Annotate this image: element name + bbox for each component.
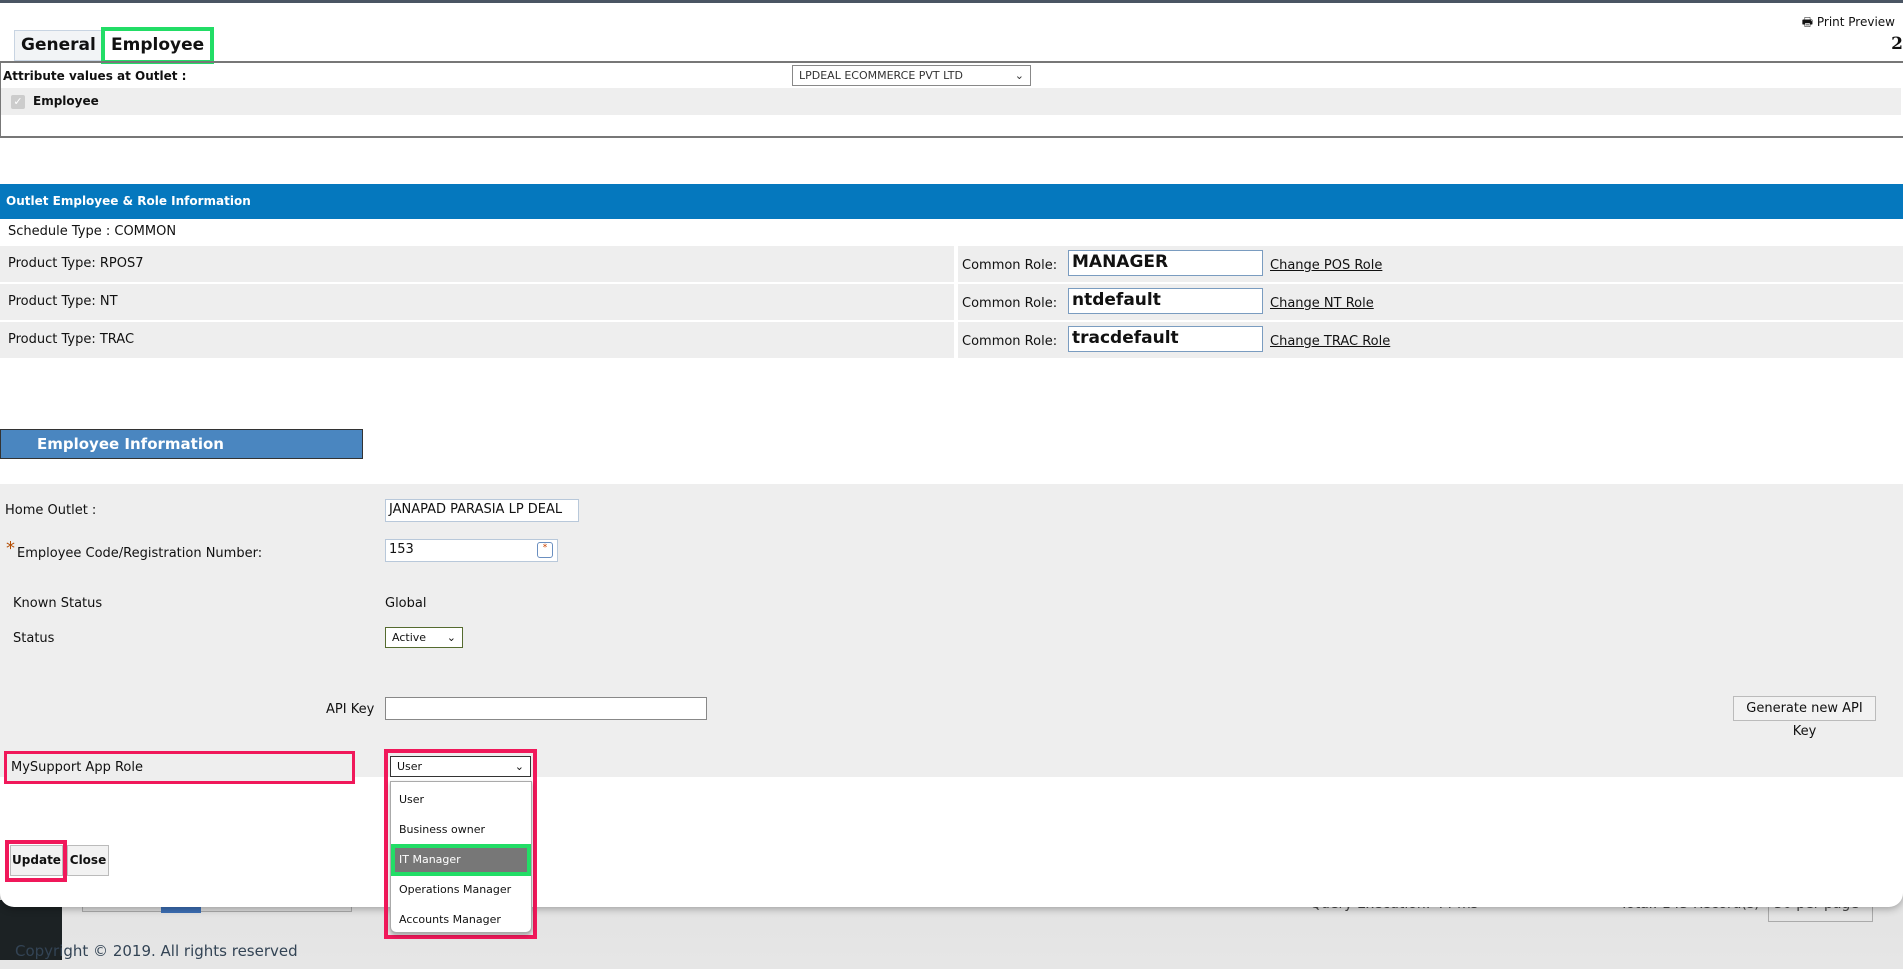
common-role-field[interactable]: ntdefault — [1068, 288, 1263, 314]
mysupport-role-select[interactable]: User ⌄ — [390, 756, 531, 777]
close-button[interactable]: Close — [67, 845, 109, 876]
generate-api-key-button[interactable]: Generate new API Key — [1733, 696, 1876, 739]
product-row: Product Type: NT Common Role: ntdefault … — [0, 284, 1903, 320]
employee-checkbox-label: Employee — [33, 94, 99, 108]
tab-general[interactable]: General — [14, 30, 103, 61]
employee-attribute-row: ✓ Employee — [1, 88, 1901, 115]
employee-checkbox[interactable]: ✓ — [11, 95, 25, 109]
product-type: Product Type: TRAC — [8, 332, 135, 347]
option-it-manager[interactable]: IT Manager — [391, 844, 531, 876]
attribute-label: Attribute values at Outlet : — [3, 69, 187, 83]
employee-code-field[interactable]: 153 * — [385, 539, 558, 562]
known-status-value: Global — [385, 596, 427, 611]
product-row: Product Type: RPOS7 Common Role: MANAGER… — [0, 246, 1903, 282]
option-business-owner[interactable]: Business owner — [393, 816, 529, 844]
option-accounts-manager[interactable]: Accounts Manager — [393, 906, 529, 934]
home-outlet-label: Home Outlet : — [5, 503, 97, 518]
api-key-field[interactable] — [385, 697, 707, 720]
required-mark: * — [6, 538, 15, 559]
chevron-down-icon: ⌄ — [446, 631, 456, 644]
common-role-label: Common Role: — [962, 334, 1058, 349]
common-role-label: Common Role: — [962, 258, 1058, 273]
option-user[interactable]: User — [393, 786, 529, 814]
employee-info-header: Employee Information — [0, 429, 363, 459]
attribute-section: Attribute values at Outlet : LPDEAL ECOM… — [0, 61, 1903, 138]
page-number: 2 — [1891, 34, 1903, 54]
common-role-field[interactable]: MANAGER — [1068, 250, 1263, 276]
product-row: Product Type: TRAC Common Role: tracdefa… — [0, 322, 1903, 358]
outlet-select[interactable]: LPDEAL ECOMMERCE PVT LTD ⌄ — [792, 65, 1031, 86]
keyboard-lookup-icon[interactable]: * — [537, 542, 553, 558]
schedule-type: Schedule Type : COMMON — [8, 224, 177, 239]
option-operations-manager[interactable]: Operations Manager — [393, 876, 529, 904]
printer-icon: 🖶 — [1801, 15, 1817, 29]
print-preview-link[interactable]: 🖶 Print Preview — [1802, 13, 1895, 34]
common-role-field[interactable]: tracdefault — [1068, 326, 1263, 352]
role-info-header: Outlet Employee & Role Information — [0, 184, 1903, 219]
mysupport-role-dropdown: User Business owner IT Manager Operation… — [390, 781, 532, 933]
product-type: Product Type: RPOS7 — [8, 256, 144, 271]
employee-modal: 🖶 Print Preview 2 General Employee Attri… — [0, 0, 1903, 939]
api-key-label: API Key — [326, 702, 375, 717]
change-pos-role-link[interactable]: Change POS Role — [1270, 258, 1382, 273]
product-type: Product Type: NT — [8, 294, 118, 309]
status-select[interactable]: Active ⌄ — [385, 627, 463, 648]
employee-info-panel — [0, 484, 1903, 777]
known-status-label: Known Status — [13, 596, 103, 611]
employee-code-label: Employee Code/Registration Number: — [17, 546, 263, 561]
tab-employee[interactable]: Employee — [100, 27, 215, 64]
change-trac-role-link[interactable]: Change TRAC Role — [1270, 334, 1390, 349]
mysupport-role-label: MySupport App Role — [4, 751, 355, 784]
chevron-down-icon: ⌄ — [1014, 69, 1024, 82]
change-nt-role-link[interactable]: Change NT Role — [1270, 296, 1374, 311]
update-button[interactable]: Update — [10, 845, 63, 876]
status-label: Status — [13, 631, 55, 646]
common-role-label: Common Role: — [962, 296, 1058, 311]
home-outlet-field[interactable]: JANAPAD PARASIA LP DEAL — [385, 499, 579, 522]
copyright: Copyright © 2019. All rights reserved — [15, 942, 298, 960]
chevron-down-icon: ⌄ — [514, 760, 524, 773]
